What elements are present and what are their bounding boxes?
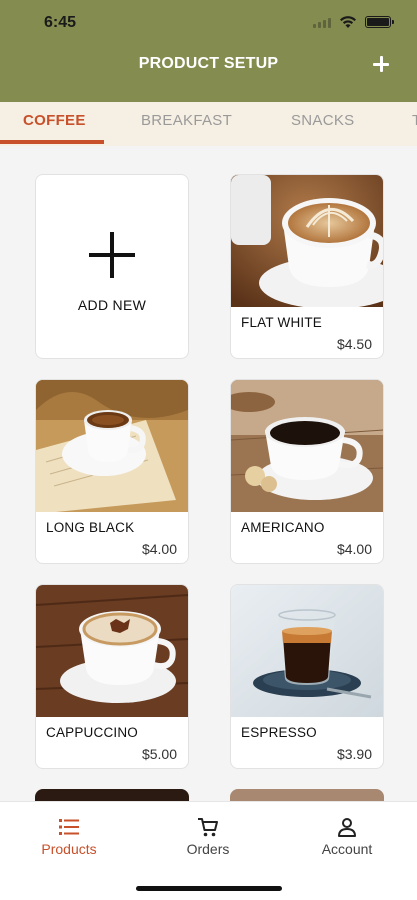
product-card-long-black[interactable]: LONG BLACK $4.00 bbox=[35, 379, 189, 564]
product-name: ESPRESSO bbox=[241, 725, 317, 740]
tab-next[interactable]: T bbox=[412, 102, 417, 146]
product-name: CAPPUCCINO bbox=[46, 725, 139, 740]
wifi-icon bbox=[340, 16, 356, 28]
status-icons bbox=[313, 15, 394, 29]
product-price: $4.50 bbox=[336, 336, 372, 352]
nav-products[interactable]: Products bbox=[19, 816, 119, 857]
battery-icon bbox=[365, 16, 394, 28]
add-product-button[interactable] bbox=[371, 54, 391, 74]
product-name: LONG BLACK bbox=[46, 520, 135, 535]
product-card-flat-white[interactable]: FLAT WHITE $4.50 bbox=[230, 174, 384, 359]
product-image bbox=[36, 380, 188, 512]
home-indicator[interactable] bbox=[136, 886, 282, 891]
tab-snacks[interactable]: SNACKS bbox=[291, 102, 355, 146]
product-card-espresso[interactable]: ESPRESSO $3.90 bbox=[230, 584, 384, 769]
nav-orders[interactable]: Orders bbox=[158, 816, 258, 857]
product-price: $5.00 bbox=[141, 746, 177, 762]
add-new-label: ADD NEW bbox=[77, 297, 147, 313]
product-name: AMERICANO bbox=[241, 520, 325, 535]
plus-icon bbox=[89, 232, 135, 278]
user-icon bbox=[338, 818, 356, 837]
product-price: $4.00 bbox=[141, 541, 177, 557]
product-price: $3.90 bbox=[336, 746, 372, 762]
product-image bbox=[36, 585, 188, 717]
tab-breakfast[interactable]: BREAKFAST bbox=[141, 102, 232, 146]
product-card-cappuccino[interactable]: CAPPUCCINO $5.00 bbox=[35, 584, 189, 769]
product-image bbox=[231, 175, 383, 307]
nav-label: Products bbox=[41, 841, 97, 857]
page-title: PRODUCT SETUP bbox=[138, 55, 279, 72]
header-bar: 6:45 PRODUCT SETUP bbox=[0, 0, 417, 102]
list-icon bbox=[59, 819, 79, 835]
status-time: 6:45 bbox=[44, 14, 77, 31]
product-card-americano[interactable]: AMERICANO $4.00 bbox=[230, 379, 384, 564]
nav-label: Account bbox=[321, 841, 373, 857]
product-image bbox=[231, 585, 383, 717]
nav-label: Orders bbox=[186, 841, 230, 857]
app-screen: 6:45 PRODUCT SETUP COFFEE BREAKFAST SNAC… bbox=[0, 0, 417, 900]
product-name: FLAT WHITE bbox=[241, 315, 323, 330]
active-tab-indicator bbox=[0, 140, 104, 144]
nav-account[interactable]: Account bbox=[297, 816, 397, 857]
cart-icon bbox=[198, 818, 218, 837]
product-image bbox=[231, 380, 383, 512]
signal-icon bbox=[313, 16, 331, 28]
add-new-card[interactable]: ADD NEW bbox=[35, 174, 189, 359]
product-price: $4.00 bbox=[336, 541, 372, 557]
